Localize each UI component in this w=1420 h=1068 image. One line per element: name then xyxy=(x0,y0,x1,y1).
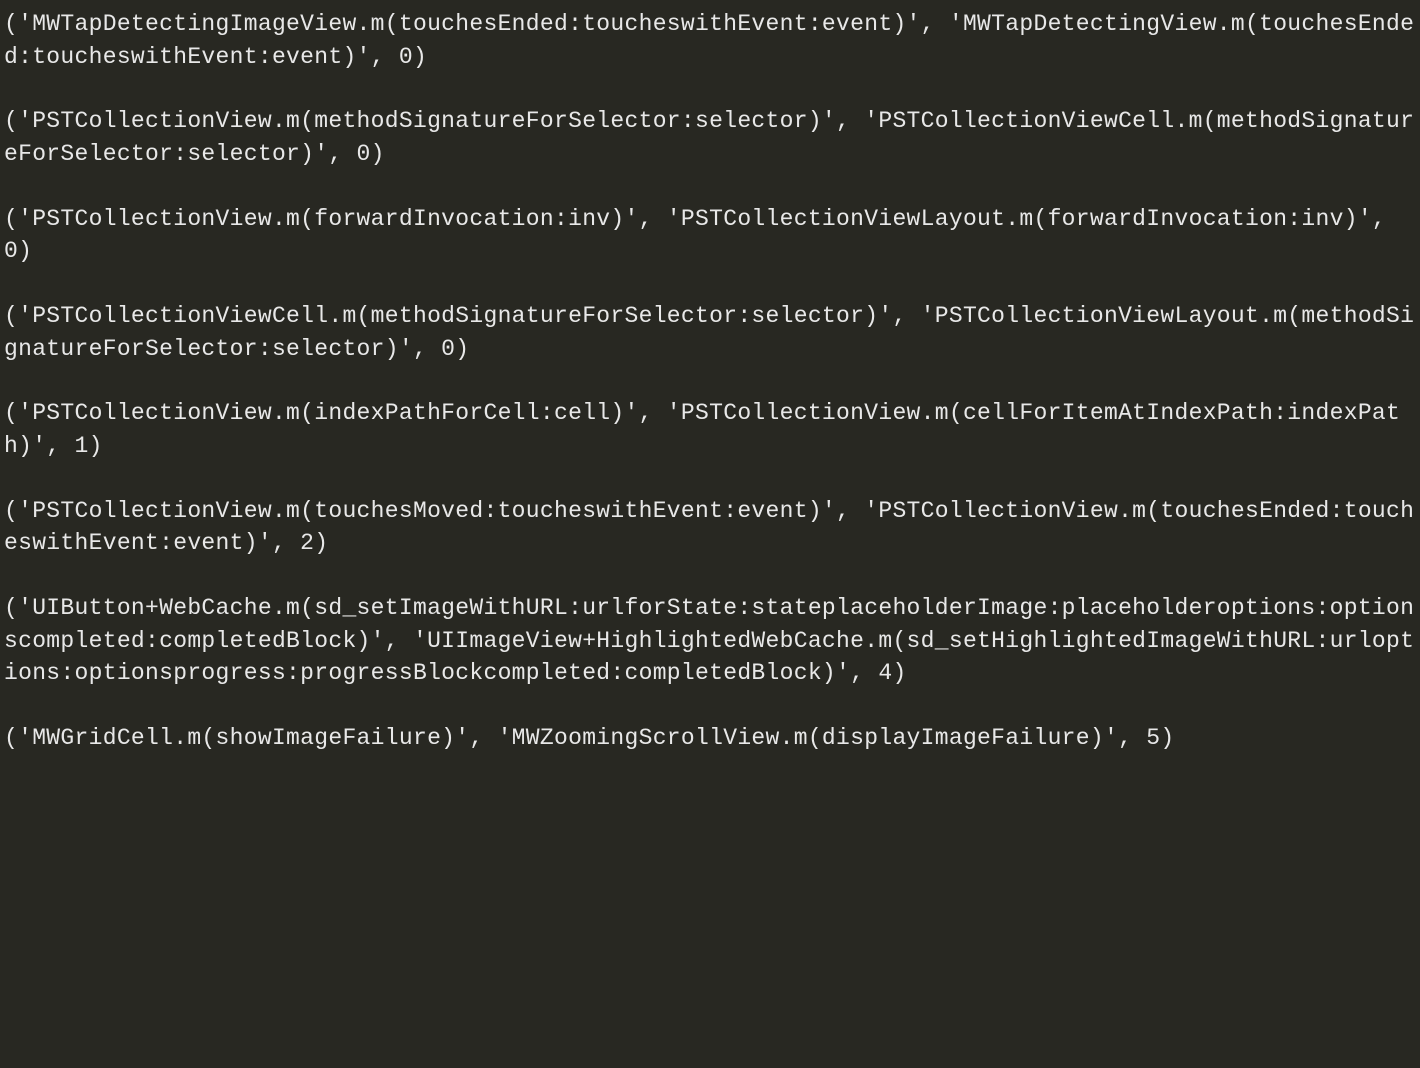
tuple-row: ('PSTCollectionView.m(indexPathForCell:c… xyxy=(4,397,1416,462)
tuple-row: ('PSTCollectionView.m(methodSignatureFor… xyxy=(4,105,1416,170)
tuple-row: ('PSTCollectionView.m(forwardInvocation:… xyxy=(4,203,1416,268)
tuple-row: ('UIButton+WebCache.m(sd_setImageWithURL… xyxy=(4,592,1416,690)
tuple-row: ('MWGridCell.m(showImageFailure)', 'MWZo… xyxy=(4,722,1416,755)
tuple-row: ('PSTCollectionViewCell.m(methodSignatur… xyxy=(4,300,1416,365)
tuple-row: ('PSTCollectionView.m(touchesMoved:touch… xyxy=(4,495,1416,560)
tuple-row: ('MWTapDetectingImageView.m(touchesEnded… xyxy=(4,8,1416,73)
